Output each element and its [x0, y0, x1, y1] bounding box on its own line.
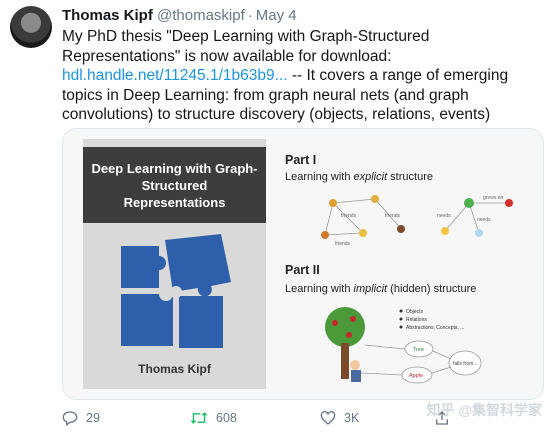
part1-title: Part I	[285, 153, 317, 167]
avatar[interactable]	[10, 6, 52, 48]
graph-node	[321, 231, 329, 239]
tweet-text-line: convolutions) to structure discovery (ob…	[62, 106, 491, 123]
graph-edge-label: needs	[437, 213, 451, 219]
concept-list-item: Abstractions, Concepts, ...	[406, 325, 464, 331]
reply-count: 29	[86, 411, 100, 425]
book-cover: Deep Learning with Graph-Structured Repr…	[83, 139, 266, 389]
graph-node	[441, 227, 449, 235]
subtitle-emphasis: explicit	[353, 171, 388, 183]
subtitle-text: Learning with	[285, 171, 354, 183]
graph-edge-label: friends	[385, 213, 401, 219]
watermark: 知乎 @集智科学家	[426, 402, 542, 418]
subtitle-text: Learning with	[285, 283, 354, 295]
retweet-icon	[190, 412, 208, 424]
tweet-date[interactable]: May 4	[256, 7, 297, 24]
like-button[interactable]: 3K	[320, 410, 359, 426]
graph-edge-label: friends	[341, 213, 357, 219]
subtitle-emphasis: implicit	[353, 283, 388, 295]
graph-edge-label: grows on	[483, 195, 504, 201]
social-graph-diagram: friends friends friends	[321, 195, 405, 247]
subtitle-text: structure	[387, 171, 433, 183]
graph-node	[505, 199, 513, 207]
bubble-label: Tree	[413, 347, 424, 353]
tweet-text-fragment: -- It covers a range of emerging	[287, 67, 509, 84]
heart-icon	[320, 411, 336, 425]
person-figure	[350, 360, 360, 370]
tweet-text-line: Representations" is now available for do…	[62, 47, 392, 65]
tree-trunk	[341, 343, 349, 379]
separator-dot: ·	[247, 7, 253, 24]
reply-button[interactable]: 29	[62, 410, 100, 426]
graph-node	[397, 225, 405, 233]
concept-list-item: Relations	[406, 317, 427, 323]
graph-edge-label: needs	[477, 217, 491, 223]
retweet-count: 608	[216, 411, 237, 425]
book-title-box: Deep Learning with Graph-Structured Repr…	[83, 147, 266, 223]
thesis-link[interactable]: hdl.handle.net/11245.1/1b63b9...	[62, 67, 288, 84]
like-count: 3K	[344, 411, 360, 425]
subtitle-text: (hidden) structure	[387, 283, 477, 295]
part1-subtitle: Learning with explicit structure	[285, 171, 433, 183]
tweet-text-line: topics in Deep Learning: from graph neur…	[62, 86, 469, 104]
tweet-header: Thomas Kipf @thomaskipf · May 4	[62, 7, 297, 25]
tree-crown	[325, 307, 365, 347]
author-handle[interactable]: @thomaskipf	[157, 7, 245, 24]
puzzle-icon	[121, 234, 231, 348]
reply-icon	[62, 411, 78, 426]
book-title: Deep Learning with Graph-Structured Repr…	[91, 160, 258, 210]
media-card[interactable]: Deep Learning with Graph-Structured Repr…	[62, 128, 544, 400]
newton-tree-illustration: Objects Relations Abstractions, Concepts…	[325, 307, 482, 384]
graph-node	[371, 195, 379, 203]
tweet-text-line: hdl.handle.net/11245.1/1b63b9... -- It c…	[62, 66, 542, 86]
book-author: Thomas Kipf	[138, 362, 211, 376]
graph-edge-label: friends	[335, 241, 351, 247]
graph-node	[475, 229, 483, 237]
author-name[interactable]: Thomas Kipf	[62, 7, 153, 24]
graph-node	[359, 229, 367, 237]
tweet-text: My PhD thesis "Deep Learning with Graph-…	[62, 27, 542, 125]
concept-list-item: Objects	[406, 309, 423, 315]
bubble-label: Apple	[409, 373, 423, 379]
part2-subtitle: Learning with implicit (hidden) structur…	[285, 283, 476, 295]
graph-node	[329, 199, 337, 207]
graph-node	[464, 198, 474, 208]
tweet-text-line: My PhD thesis "Deep Learning with Graph-…	[62, 28, 430, 45]
retweet-button[interactable]: 608	[190, 410, 237, 426]
bubble-label: falls from...	[453, 361, 477, 367]
part2-title: Part II	[285, 263, 320, 277]
object-graph-diagram: grows on needs needs	[437, 195, 513, 237]
